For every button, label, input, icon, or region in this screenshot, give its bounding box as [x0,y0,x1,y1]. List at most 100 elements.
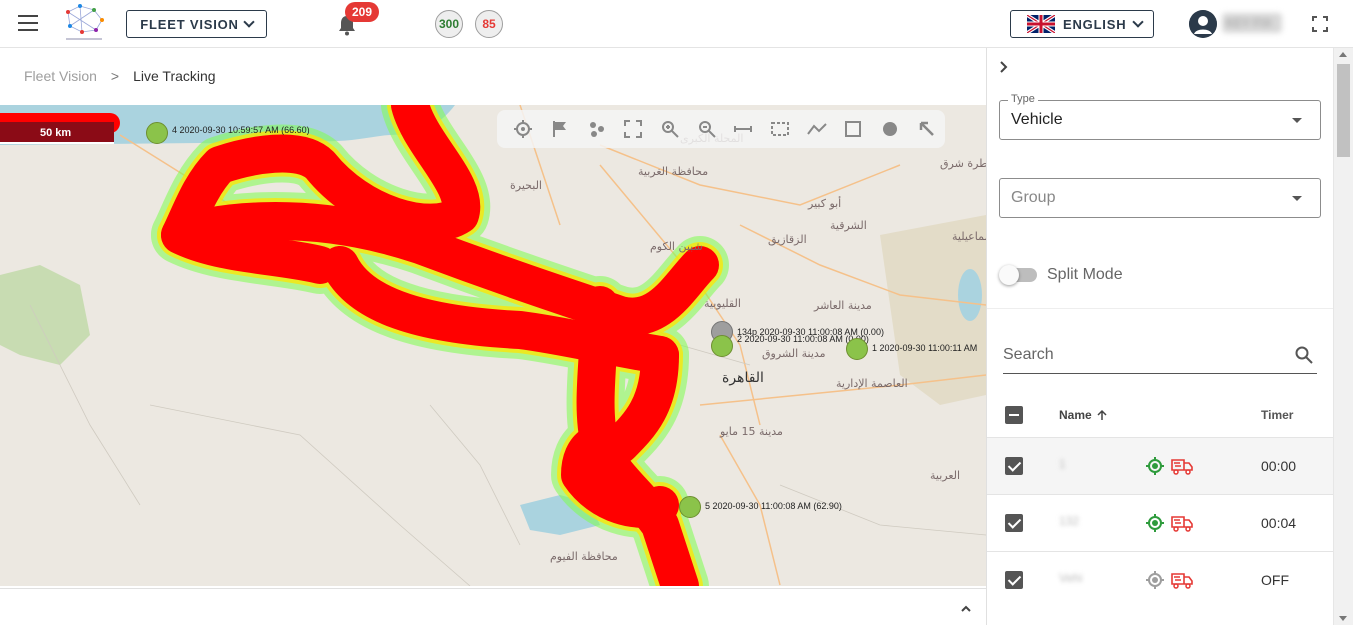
logo [66,4,104,40]
svg-text:العربية: العربية [930,469,960,482]
username[interactable]: KEY FIX [1222,13,1282,33]
select-all-checkbox[interactable] [1005,406,1023,424]
svg-text:محافظة الغربية: محافظة الغربية [638,165,708,178]
chevron-down-icon [243,16,255,28]
table-header: Name Timer [987,393,1333,437]
search-box [1003,338,1317,374]
svg-text:القاهرة: القاهرة [722,370,764,386]
locate-icon[interactable] [505,114,542,144]
flag-icon[interactable] [542,114,579,144]
menu-icon[interactable] [18,15,38,31]
polyline-icon[interactable] [798,114,835,144]
rectangle-icon[interactable] [835,114,872,144]
uk-flag-icon [1027,15,1055,33]
type-select[interactable]: Type Vehicle [999,93,1321,140]
app-selector-label: FLEET VISION [140,16,239,32]
avatar[interactable] [1189,10,1217,38]
search-icon[interactable] [1295,346,1313,364]
vehicle-label: 4 2020-09-30 10:59:57 AM (66.60) [172,125,310,135]
track-location-icon[interactable] [1145,513,1165,533]
top-bar: FLEET VISION 209 300 85 ENGLISH KEY FIX [0,0,1353,48]
table-row[interactable]: 132 00:04 [987,494,1333,551]
truck-icon [1171,573,1193,589]
type-value: Vehicle [1011,111,1063,128]
map[interactable]: المحلة الكبرى محافظة الغربية البحيرة أبو… [0,105,986,586]
breadcrumb-separator: > [110,68,120,84]
fit-bounds-icon[interactable] [615,114,652,144]
track-location-icon[interactable] [1145,570,1165,590]
chevron-down-icon [1132,16,1145,28]
chevron-up-icon[interactable] [960,603,972,615]
svg-text:الشرقية: الشرقية [830,219,867,232]
svg-text:مدينة الشروق: مدينة الشروق [762,347,826,360]
row-checkbox[interactable] [1005,514,1023,532]
svg-text:العاصمة الإدارية: العاصمة الإدارية [836,377,908,390]
name-column-label: Name [1059,408,1092,422]
search-input[interactable] [1003,338,1283,372]
truck-icon [1171,516,1193,532]
vehicle-marker[interactable] [146,122,168,144]
split-mode-label: Split Mode [1047,266,1123,283]
split-mode: Split Mode [999,265,1123,285]
svg-text:قطرة شرق: قطرة شرق [940,157,986,170]
divider [987,308,1333,309]
dropdown-caret-icon [1292,118,1302,123]
row-timer: 00:00 [1261,458,1297,474]
vehicle-marker[interactable] [679,496,701,518]
vehicle-label: 5 2020-09-30 11:00:08 AM (62.90) [705,501,842,511]
breadcrumb-root[interactable]: Fleet Vision [24,68,97,84]
vehicle-name: 1 [1059,457,1066,471]
timer-column-header: Timer [1261,408,1294,422]
right-panel: Type Vehicle Group Split Mode Name Timer… [986,48,1353,625]
svg-text:الزقازيق: الزقازيق [768,233,807,247]
online-counter[interactable]: 300 [435,10,463,38]
svg-text:مدينة 15 مايو: مدينة 15 مايو [719,425,783,438]
type-label: Type [1008,93,1038,105]
fullscreen-icon[interactable] [1312,16,1328,32]
zoom-out-icon[interactable] [688,114,725,144]
breadcrumb: Fleet Vision > Live Tracking [24,68,216,84]
track-location-icon[interactable] [1145,456,1165,476]
scroll-up-icon[interactable] [1339,52,1347,57]
circle-icon[interactable] [872,114,909,144]
table-row[interactable]: 1 00:00 [987,437,1333,494]
ruler-icon[interactable] [725,114,762,144]
scroll-thumb[interactable] [1337,64,1350,157]
svg-text:أبو كبير: أبو كبير [807,196,841,210]
table-row[interactable]: Vehi OFF [987,551,1333,608]
offline-counter[interactable]: 85 [475,10,503,38]
vehicle-marker[interactable] [846,338,868,360]
cluster-icon[interactable] [578,114,615,144]
svg-text:مدينة العاشر: مدينة العاشر [813,299,872,312]
map-base-layer: المحلة الكبرى محافظة الغربية البحيرة أبو… [0,105,986,586]
map-scale: 50 km [0,122,114,144]
bottom-panel [0,588,986,625]
group-placeholder: Group [1011,189,1056,206]
row-timer: OFF [1261,572,1289,588]
scroll-down-icon[interactable] [1339,616,1347,621]
svg-text:البحيرة: البحيرة [510,179,542,192]
dropdown-caret-icon [1292,196,1302,201]
language-selector[interactable]: ENGLISH [1010,10,1154,38]
chevron-right-icon[interactable] [999,58,1009,79]
language-label: ENGLISH [1063,16,1127,32]
row-timer: 00:04 [1261,515,1297,531]
vehicle-marker[interactable] [711,335,733,357]
svg-text:القليوبية: القليوبية [704,297,741,310]
pointer-icon[interactable] [908,114,945,144]
split-mode-toggle[interactable] [999,265,1037,285]
row-checkbox[interactable] [1005,457,1023,475]
select-area-icon[interactable] [762,114,799,144]
row-checkbox[interactable] [1005,571,1023,589]
zoom-in-icon[interactable] [652,114,689,144]
scrollbar[interactable] [1333,48,1353,625]
app-selector[interactable]: FLEET VISION [126,10,267,38]
name-column-header[interactable]: Name [1059,408,1108,422]
sort-arrow-up-icon [1097,409,1107,420]
vehicle-name: Vehi [1059,571,1083,585]
svg-text:محافظة الفيوم: محافظة الفيوم [550,550,618,563]
svg-text:شبين الكوم: شبين الكوم [650,240,703,253]
group-select[interactable]: Group [999,178,1321,218]
vehicle-name: 132 [1059,514,1080,528]
breadcrumb-current: Live Tracking [133,68,216,84]
